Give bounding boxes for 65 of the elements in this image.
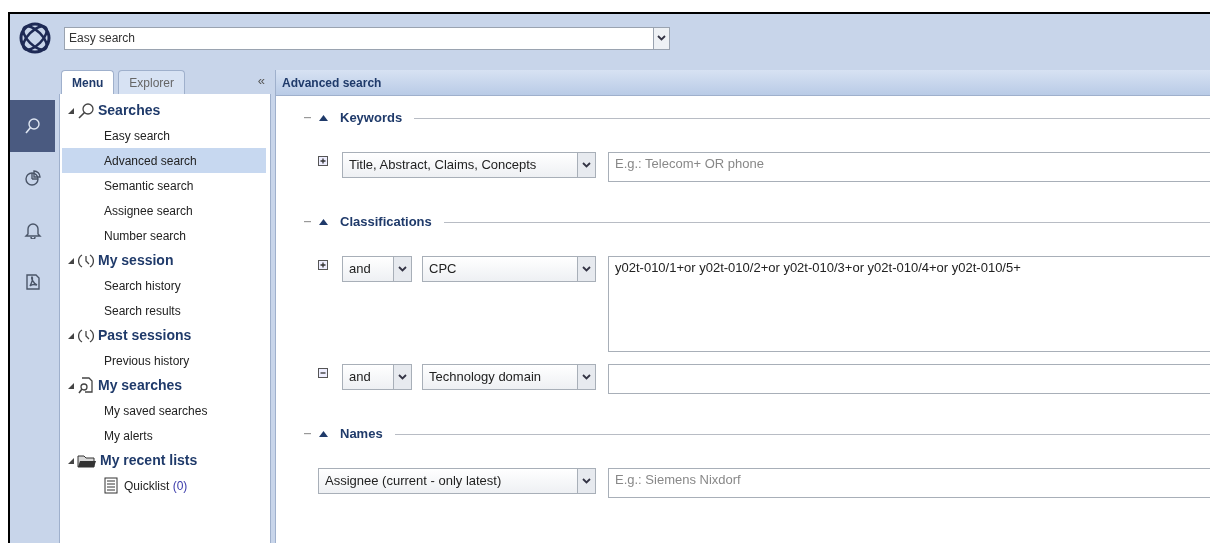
- document-search-icon: [77, 376, 95, 395]
- field-select[interactable]: Assignee (current - only latest): [318, 468, 596, 494]
- section-title: Keywords: [340, 109, 403, 128]
- dropdown-caret-icon: [398, 374, 407, 380]
- tree-group-label[interactable]: My recent lists: [100, 450, 198, 471]
- dropdown-caret-icon: [398, 266, 407, 272]
- tree-group-label[interactable]: My searches: [98, 375, 183, 396]
- dropdown-caret-icon: [582, 478, 591, 484]
- tree-group-label[interactable]: Past sessions: [98, 325, 192, 346]
- tree-item[interactable]: Previous history: [62, 348, 266, 373]
- dash-icon: [304, 221, 311, 223]
- section-title: Classifications: [340, 213, 432, 232]
- search-mode-select[interactable]: Easy search: [64, 26, 670, 50]
- collapse-sidebar-button[interactable]: «: [257, 70, 265, 90]
- operator-select[interactable]: and: [342, 364, 412, 390]
- rail-button[interactable]: [10, 100, 55, 152]
- dash-icon: [304, 433, 311, 435]
- folder-icon: [77, 452, 97, 469]
- collapse-arrow-icon[interactable]: [319, 219, 328, 225]
- tree-item[interactable]: My alerts: [62, 423, 266, 448]
- search-icon: [23, 117, 42, 135]
- query-textarea[interactable]: y02t-010/1+or y02t-010/2+or y02t-010/3+or y02t-010/4+or y02t-010/5+: [608, 256, 1210, 352]
- operator-select[interactable]: and: [342, 256, 412, 282]
- bell-icon: [23, 221, 42, 239]
- field-select[interactable]: Title, Abstract, Claims, Concepts: [342, 152, 596, 178]
- dropdown-caret-icon: [582, 266, 591, 272]
- sidebar-tab[interactable]: Menu: [61, 70, 115, 94]
- tree-item[interactable]: Search history: [62, 273, 266, 298]
- expanded-arrow-icon[interactable]: [68, 257, 74, 264]
- expanded-arrow-icon[interactable]: [68, 382, 74, 389]
- list-icon: [104, 477, 118, 494]
- tree-group-label[interactable]: Searches: [98, 100, 161, 121]
- expand-icon[interactable]: [318, 156, 328, 166]
- expanded-arrow-icon[interactable]: [68, 457, 74, 464]
- expand-icon[interactable]: [318, 260, 328, 270]
- search-icon: [77, 101, 95, 120]
- tree-item[interactable]: Easy search: [62, 123, 266, 148]
- panel-header: Advanced search: [276, 70, 1210, 96]
- tree-item[interactable]: Semantic search: [62, 173, 266, 198]
- sidebar-tab[interactable]: Explorer: [118, 70, 186, 94]
- expanded-arrow-icon[interactable]: [68, 332, 74, 339]
- tree-item[interactable]: Assignee search: [62, 198, 266, 223]
- expanded-arrow-icon[interactable]: [68, 107, 74, 114]
- logo-icon: [18, 21, 52, 55]
- tree-item[interactable]: Number search: [62, 223, 266, 248]
- collapse-icon[interactable]: [318, 368, 328, 378]
- dropdown-caret-icon: [582, 162, 591, 168]
- query-field[interactable]: E.g.: Siemens Nixdorf: [608, 468, 1210, 498]
- dropdown-caret-icon: [657, 35, 666, 41]
- pdf-icon: [23, 273, 42, 291]
- tree-item[interactable]: Quicklist (0): [62, 473, 266, 498]
- tree-item[interactable]: Search results: [62, 298, 266, 323]
- collapse-arrow-icon[interactable]: [319, 431, 328, 437]
- tree-group-label[interactable]: My session: [98, 250, 174, 271]
- tree-item[interactable]: Advanced search: [62, 148, 266, 173]
- tree-item[interactable]: My saved searches: [62, 398, 266, 423]
- query-field[interactable]: [608, 364, 1210, 394]
- field-select[interactable]: Technology domain: [422, 364, 596, 390]
- field-select[interactable]: CPC: [422, 256, 596, 282]
- collapse-arrow-icon[interactable]: [319, 115, 328, 121]
- dash-icon: [304, 117, 311, 119]
- query-field[interactable]: E.g.: Telecom+ OR phone: [608, 152, 1210, 182]
- dropdown-caret-icon: [582, 374, 591, 380]
- section-title: Names: [340, 425, 383, 444]
- pie-chart-icon: [23, 169, 42, 187]
